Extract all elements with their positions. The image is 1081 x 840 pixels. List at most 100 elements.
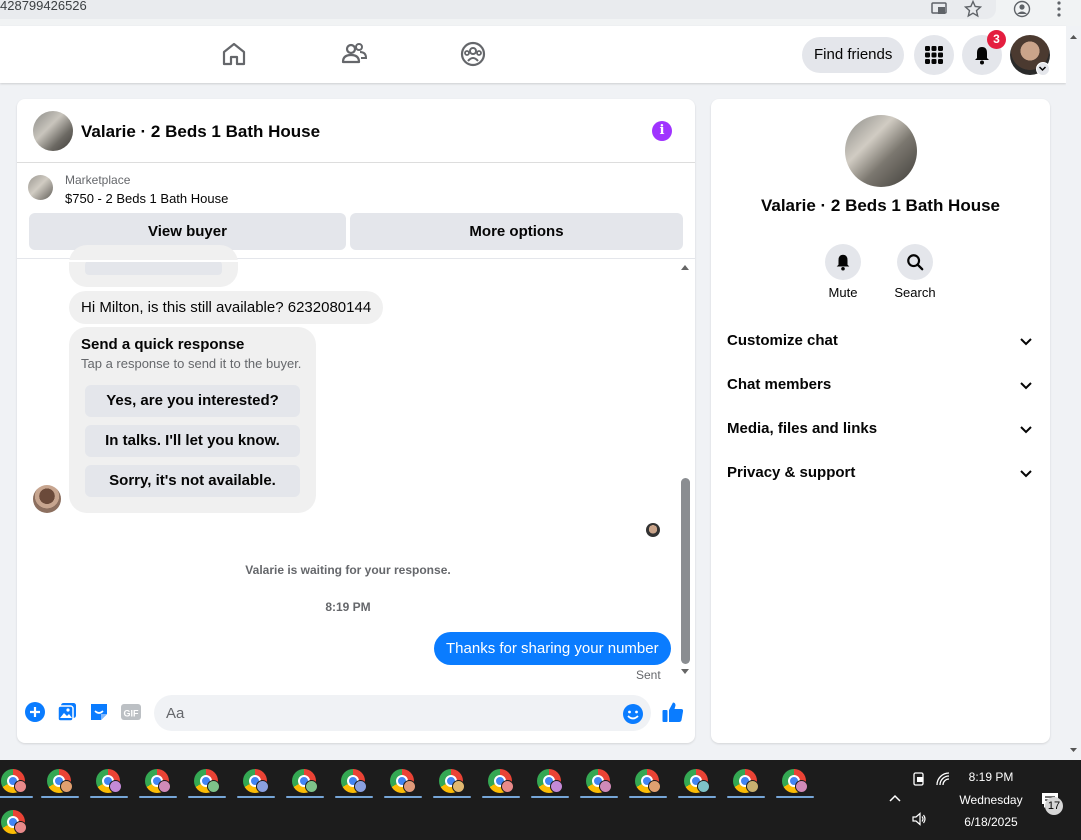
- chat-info-panel: Valarie · 2 Beds 1 Bath House Mute Searc…: [711, 99, 1050, 743]
- search-button[interactable]: [897, 244, 933, 280]
- section-chat-members[interactable]: Chat members: [727, 367, 1034, 403]
- chrome-taskbar-icon[interactable]: [727, 768, 765, 798]
- meet-now-icon[interactable]: [911, 771, 927, 787]
- outgoing-message-text: Thanks for sharing your number: [446, 640, 659, 657]
- scroll-up-arrow-icon[interactable]: [678, 262, 692, 272]
- chrome-taskbar-icon[interactable]: [531, 768, 569, 798]
- info-icon[interactable]: i: [652, 121, 672, 141]
- incoming-message-text: Hi Milton, is this still available? 6232…: [81, 299, 372, 316]
- gif-icon[interactable]: GIF: [120, 701, 142, 723]
- message-composer: GIF: [17, 689, 695, 743]
- browser-toolbar: 428799426526: [0, 0, 1081, 26]
- chat-panel: Valarie · 2 Beds 1 Bath House i Marketpl…: [17, 99, 695, 743]
- listing-thumbnail[interactable]: [28, 175, 53, 200]
- chrome-taskbar-icon[interactable]: [335, 768, 373, 798]
- chrome-taskbar-icon[interactable]: [90, 768, 128, 798]
- section-label: Privacy & support: [727, 464, 856, 481]
- chrome-taskbar-icon[interactable]: [384, 768, 422, 798]
- find-friends-button[interactable]: Find friends: [802, 37, 905, 73]
- messages-scrollbar[interactable]: [678, 262, 692, 682]
- section-label: Media, files and links: [727, 420, 878, 437]
- notifications-button[interactable]: 3: [962, 30, 1006, 75]
- chrome-taskbar-icon[interactable]: [286, 768, 324, 798]
- photo-gallery-icon[interactable]: [56, 701, 78, 723]
- mute-button[interactable]: [825, 244, 861, 280]
- like-thumb-icon[interactable]: [661, 700, 685, 724]
- quick-response-subtitle: Tap a response to send it to the buyer.: [81, 356, 302, 371]
- taskbar: 8:19 PM Wednesday 6/18/2025: [0, 760, 1081, 840]
- search-icon: [907, 254, 924, 271]
- bell-icon: [975, 47, 989, 65]
- chrome-taskbar-icon[interactable]: [433, 768, 471, 798]
- clock-date[interactable]: 6/18/2025: [955, 815, 1027, 829]
- section-customize-chat[interactable]: Customize chat: [727, 323, 1034, 359]
- chrome-taskbar-icon[interactable]: [629, 768, 667, 798]
- top-navigation: Find friends 3: [0, 26, 1066, 83]
- friends-icon[interactable]: [340, 40, 368, 68]
- quick-response-option[interactable]: Sorry, it's not available.: [85, 465, 300, 497]
- browser-profile-icon[interactable]: [1013, 0, 1031, 18]
- address-bar[interactable]: 428799426526: [0, 0, 996, 19]
- sender-avatar[interactable]: [33, 485, 61, 513]
- scroll-down-arrow-icon[interactable]: [1066, 742, 1081, 757]
- account-chevron-icon[interactable]: [1036, 62, 1050, 76]
- section-label: Chat members: [727, 376, 832, 393]
- cast-icon[interactable]: [930, 0, 948, 18]
- quick-response-option[interactable]: Yes, are you interested?: [85, 385, 300, 417]
- page-scrollbar[interactable]: [1066, 26, 1081, 760]
- chrome-taskbar-icon[interactable]: [41, 768, 79, 798]
- chrome-taskbar-icon[interactable]: [482, 768, 520, 798]
- quick-response-card: Send a quick response Tap a response to …: [69, 327, 316, 513]
- clipped-message-bubble: [69, 245, 238, 287]
- listing-price-title[interactable]: $750 - 2 Beds 1 Bath House: [65, 191, 228, 206]
- bell-icon: [836, 254, 850, 271]
- incoming-message-bubble: Hi Milton, is this still available? 6232…: [69, 291, 384, 324]
- section-privacy-support[interactable]: Privacy & support: [727, 455, 1034, 491]
- groups-icon[interactable]: [459, 40, 487, 68]
- chrome-taskbar-icon[interactable]: [0, 768, 33, 798]
- apps-grid-icon: [925, 46, 943, 64]
- plus-circle-icon[interactable]: [24, 701, 46, 723]
- emoji-icon[interactable]: [622, 703, 644, 725]
- chrome-taskbar-icon[interactable]: [776, 768, 814, 798]
- scrollbar-thumb[interactable]: [681, 478, 690, 664]
- waiting-status-text: Valarie is waiting for your response.: [245, 563, 451, 577]
- chevron-down-icon: [1020, 426, 1032, 434]
- notification-badge: 3: [987, 30, 1006, 49]
- show-hidden-icons-chevron-icon[interactable]: [887, 791, 903, 807]
- search-label: Search: [894, 285, 936, 300]
- outgoing-message-bubble: Thanks for sharing your number: [434, 632, 671, 665]
- chat-header: Valarie · 2 Beds 1 Bath House i: [17, 99, 695, 163]
- sent-status: Sent: [636, 668, 661, 682]
- chrome-taskbar-icon[interactable]: [237, 768, 275, 798]
- chrome-taskbar-icon[interactable]: [139, 768, 177, 798]
- chrome-taskbar-icon[interactable]: [580, 768, 618, 798]
- chat-title[interactable]: Valarie · 2 Beds 1 Bath House: [81, 122, 320, 142]
- menu-button[interactable]: [914, 35, 954, 75]
- scroll-up-arrow-icon[interactable]: [1066, 30, 1081, 45]
- browser-menu-icon[interactable]: [1050, 0, 1068, 18]
- chrome-taskbar-icon[interactable]: [0, 809, 27, 836]
- chat-info-avatar[interactable]: [845, 115, 917, 187]
- home-icon[interactable]: [220, 40, 248, 68]
- volume-icon[interactable]: [911, 811, 927, 827]
- chevron-down-icon: [1020, 382, 1032, 390]
- scroll-down-arrow-icon[interactable]: [678, 667, 692, 677]
- quick-response-title: Send a quick response: [81, 336, 245, 353]
- chrome-taskbar-icon[interactable]: [678, 768, 716, 798]
- section-media-files-links[interactable]: Media, files and links: [727, 411, 1034, 447]
- quick-response-option[interactable]: In talks. I'll let you know.: [85, 425, 300, 457]
- mute-label: Mute: [828, 285, 858, 300]
- chat-thumbnail[interactable]: [33, 111, 73, 151]
- sticker-icon[interactable]: [88, 701, 110, 723]
- chevron-down-icon: [1020, 338, 1032, 346]
- network-icon[interactable]: [935, 771, 951, 787]
- chrome-taskbar-icon[interactable]: [188, 768, 226, 798]
- clock-time[interactable]: 8:19 PM: [960, 770, 1022, 784]
- bookmark-star-icon[interactable]: [964, 0, 982, 18]
- clock-day[interactable]: Wednesday: [955, 793, 1027, 807]
- listing-source: Marketplace: [65, 173, 131, 187]
- more-options-button[interactable]: More options: [350, 213, 683, 250]
- address-url[interactable]: 428799426526: [0, 0, 87, 13]
- message-input[interactable]: [154, 695, 651, 731]
